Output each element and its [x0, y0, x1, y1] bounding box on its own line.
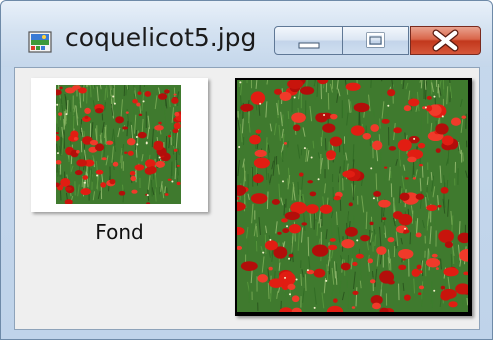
- poppy-field-preview: [237, 80, 468, 312]
- window-content: Fond: [14, 67, 480, 330]
- minimize-button[interactable]: [274, 26, 343, 55]
- window-title: coquelicot5.jpg: [65, 23, 257, 52]
- close-button[interactable]: [410, 26, 481, 55]
- poppy-field-thumbnail: [56, 85, 181, 204]
- title-bar[interactable]: coquelicot5.jpg: [1, 1, 492, 67]
- maximize-icon: [366, 32, 385, 48]
- image-file-icon[interactable]: [28, 31, 52, 53]
- close-icon: [432, 29, 459, 52]
- minimize-icon: [298, 42, 320, 49]
- thumbnail-card[interactable]: [31, 78, 208, 212]
- maximize-button[interactable]: [342, 26, 409, 55]
- thumbnail-label[interactable]: Fond: [31, 220, 208, 244]
- image-window: coquelicot5.jpg Fond: [0, 0, 493, 340]
- image-preview[interactable]: [235, 78, 472, 316]
- thumbnail-pane: Fond: [15, 68, 225, 329]
